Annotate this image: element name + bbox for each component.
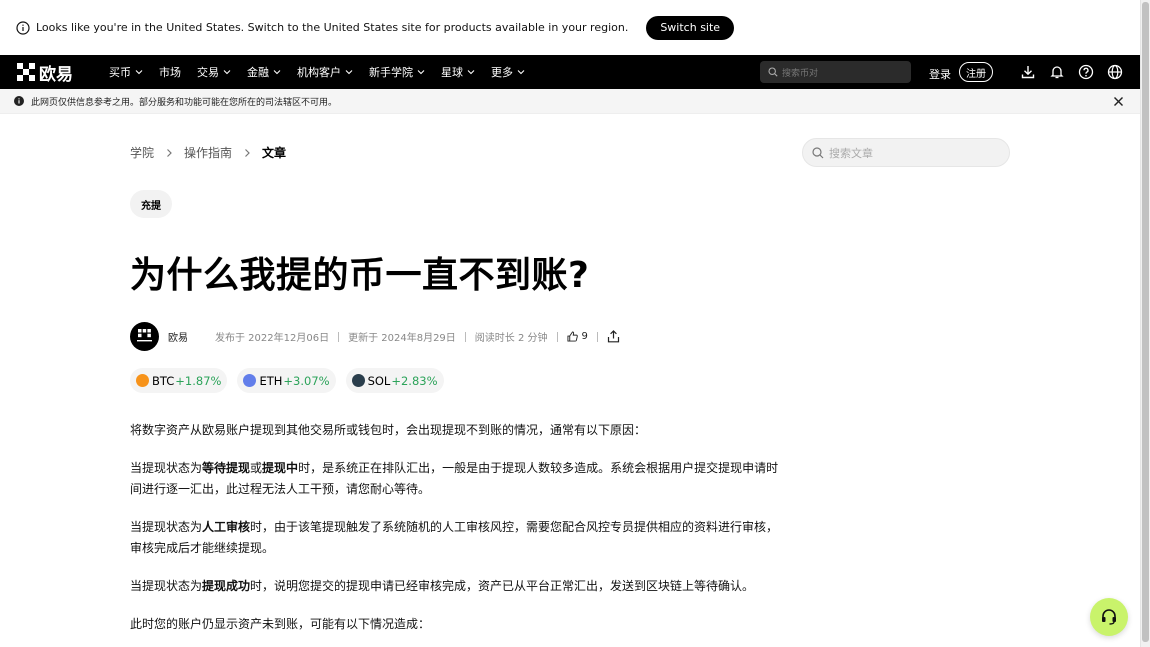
like-button[interactable]: 9 bbox=[566, 331, 588, 342]
nav-item[interactable]: 更多 bbox=[491, 64, 525, 80]
nav-item-label: 更多 bbox=[491, 66, 513, 79]
ticker-chip[interactable]: BTC +1.87% bbox=[130, 368, 228, 393]
ticker-chip[interactable]: ETH +3.07% bbox=[237, 368, 336, 393]
nav-item-label: 新手学院 bbox=[369, 66, 413, 79]
chevron-down-icon bbox=[135, 70, 143, 75]
paragraph-success: 当提现状态为提现成功时，说明您提交的提现申请已经审核完成，资产已从平台正常汇出，… bbox=[130, 579, 755, 593]
breadcrumb-current: 文章 bbox=[262, 146, 287, 160]
updated-date: 更新于 2024年8月29日 bbox=[348, 333, 456, 344]
logo-wordmark: 欧易 bbox=[39, 64, 73, 85]
nav-item-label: 机构客户 bbox=[297, 66, 341, 79]
read-time: 阅读时长 2 分钟 bbox=[474, 333, 548, 344]
coin-icon bbox=[351, 374, 365, 387]
share-icon[interactable] bbox=[607, 330, 620, 343]
meta-divider bbox=[596, 331, 598, 342]
ticker-change: +1.87% bbox=[175, 373, 222, 388]
ticker-symbol: BTC bbox=[152, 373, 175, 388]
ticker-symbol: ETH bbox=[259, 373, 283, 388]
thumbs-up-icon bbox=[566, 331, 578, 342]
article-search-input[interactable]: 搜索文章 bbox=[802, 138, 1010, 167]
breadcrumb-guides[interactable]: 操作指南 bbox=[184, 144, 232, 161]
help-icon[interactable] bbox=[1078, 64, 1094, 80]
info-icon bbox=[16, 20, 30, 35]
download-icon[interactable] bbox=[1020, 64, 1036, 80]
search-icon bbox=[768, 67, 778, 77]
status-manual-review: 人工审核 bbox=[202, 520, 251, 534]
paragraph-pending: 当提现状态为等待提现或提现中时，是系统正在排队汇出，一般是由于提现人数较多造成。… bbox=[130, 461, 779, 496]
region-message: Looks like you're in the United States. … bbox=[36, 21, 629, 34]
nav-item-label: 交易 bbox=[197, 66, 219, 79]
globe-icon[interactable] bbox=[1107, 64, 1123, 80]
ticker-symbol: SOL bbox=[367, 373, 391, 388]
register-button[interactable]: 注册 bbox=[959, 62, 993, 82]
headset-icon bbox=[1102, 609, 1116, 625]
chevron-right-icon bbox=[245, 148, 250, 157]
nav-item[interactable]: 交易 bbox=[197, 64, 231, 80]
page-scrollbar[interactable] bbox=[1140, 0, 1150, 647]
okx-learn-logo-icon bbox=[137, 329, 152, 342]
region-banner: Looks like you're in the United States. … bbox=[0, 0, 1140, 55]
bell-icon[interactable] bbox=[1049, 64, 1065, 80]
author-avatar bbox=[130, 322, 159, 351]
info-filled-icon bbox=[14, 96, 24, 106]
ticker-change: +3.07% bbox=[283, 373, 330, 388]
meta-divider bbox=[464, 331, 466, 342]
breadcrumb: 学院 操作指南 文章 bbox=[130, 144, 286, 161]
nav-item-label: 星球 bbox=[441, 66, 463, 79]
nav-item-label: 市场 bbox=[159, 66, 181, 79]
category-tag[interactable]: 充提 bbox=[130, 190, 172, 218]
nav-item[interactable]: 金融 bbox=[247, 64, 281, 80]
status-success: 提现成功 bbox=[202, 579, 251, 593]
coin-icon bbox=[136, 374, 149, 387]
nav-item[interactable]: 星球 bbox=[441, 64, 475, 80]
paragraph-followup: 此时您的账户仍显示资产未到账，可能有以下情况造成： bbox=[130, 617, 431, 631]
nav-item-label: 买币 bbox=[109, 66, 131, 79]
nav-item-label: 金融 bbox=[247, 66, 269, 79]
ticker-list: BTC +1.87% ETH +3.07% SOL +2.83% bbox=[130, 368, 454, 393]
ticker-chip[interactable]: SOL +2.83% bbox=[345, 368, 444, 393]
chevron-down-icon bbox=[223, 70, 231, 75]
top-navigation: 欧易 买币 市场 交易 金融 机构客户 新手学院 星球 更多 搜索币对 登录 注册 bbox=[0, 55, 1140, 89]
breadcrumb-academy[interactable]: 学院 bbox=[130, 144, 154, 161]
chevron-right-icon bbox=[167, 148, 172, 157]
pair-search-input[interactable]: 搜索币对 bbox=[760, 61, 911, 83]
search-placeholder: 搜索币对 bbox=[782, 68, 819, 79]
status-awaiting: 等待提现 bbox=[202, 461, 251, 475]
disclaimer-text: 此网页仅供信息参考之用。部分服务和功能可能在您所在的司法辖区不可用。 bbox=[31, 97, 338, 108]
search-icon bbox=[812, 146, 824, 158]
nav-menu: 买币 市场 交易 金融 机构客户 新手学院 星球 更多 bbox=[109, 55, 541, 89]
meta-divider bbox=[556, 331, 558, 342]
chevron-down-icon bbox=[467, 70, 475, 75]
author-name[interactable]: 欧易 bbox=[168, 329, 188, 344]
nav-item[interactable]: 新手学院 bbox=[369, 64, 425, 80]
chevron-down-icon bbox=[517, 70, 525, 75]
article-meta: 欧易 发布于 2022年12月06日 更新于 2024年8月29日 阅读时长 2… bbox=[130, 322, 620, 351]
chevron-down-icon bbox=[273, 70, 281, 75]
login-link[interactable]: 登录 bbox=[929, 66, 951, 82]
like-count: 9 bbox=[581, 331, 588, 342]
chevron-down-icon bbox=[345, 70, 353, 75]
logo-mark-icon bbox=[17, 63, 35, 81]
nav-item[interactable]: 机构客户 bbox=[297, 64, 353, 80]
meta-divider bbox=[338, 331, 340, 342]
nav-item[interactable]: 市场 bbox=[159, 64, 181, 80]
scrollbar-thumb[interactable] bbox=[1142, 2, 1149, 642]
nav-item[interactable]: 买币 bbox=[109, 64, 143, 80]
article-body: 将数字资产从欧易账户提现到其他交易所或钱包时，会出现提现不到账的情况，通常有以下… bbox=[130, 420, 790, 647]
article-search-placeholder: 搜索文章 bbox=[829, 146, 873, 160]
coin-icon bbox=[243, 374, 257, 387]
close-icon[interactable] bbox=[1113, 96, 1124, 107]
paragraph-review: 当提现状态为人工审核时，由于该笔提现触发了系统随机的人工审核风控，需要您配合风控… bbox=[130, 520, 779, 555]
published-date: 发布于 2022年12月06日 bbox=[215, 333, 330, 344]
status-withdrawing: 提现中 bbox=[262, 461, 299, 475]
chevron-down-icon bbox=[417, 70, 425, 75]
paragraph-intro: 将数字资产从欧易账户提现到其他交易所或钱包时，会出现提现不到账的情况，通常有以下… bbox=[130, 423, 647, 437]
okx-logo[interactable]: 欧易 bbox=[17, 63, 73, 85]
ticker-change: +2.83% bbox=[391, 373, 438, 388]
article-title: 为什么我提的币一直不到账? bbox=[130, 255, 590, 296]
switch-site-button[interactable]: Switch site bbox=[646, 15, 735, 40]
support-chat-button[interactable] bbox=[1090, 598, 1128, 636]
disclaimer-bar: 此网页仅供信息参考之用。部分服务和功能可能在您所在的司法辖区不可用。 bbox=[0, 89, 1140, 114]
